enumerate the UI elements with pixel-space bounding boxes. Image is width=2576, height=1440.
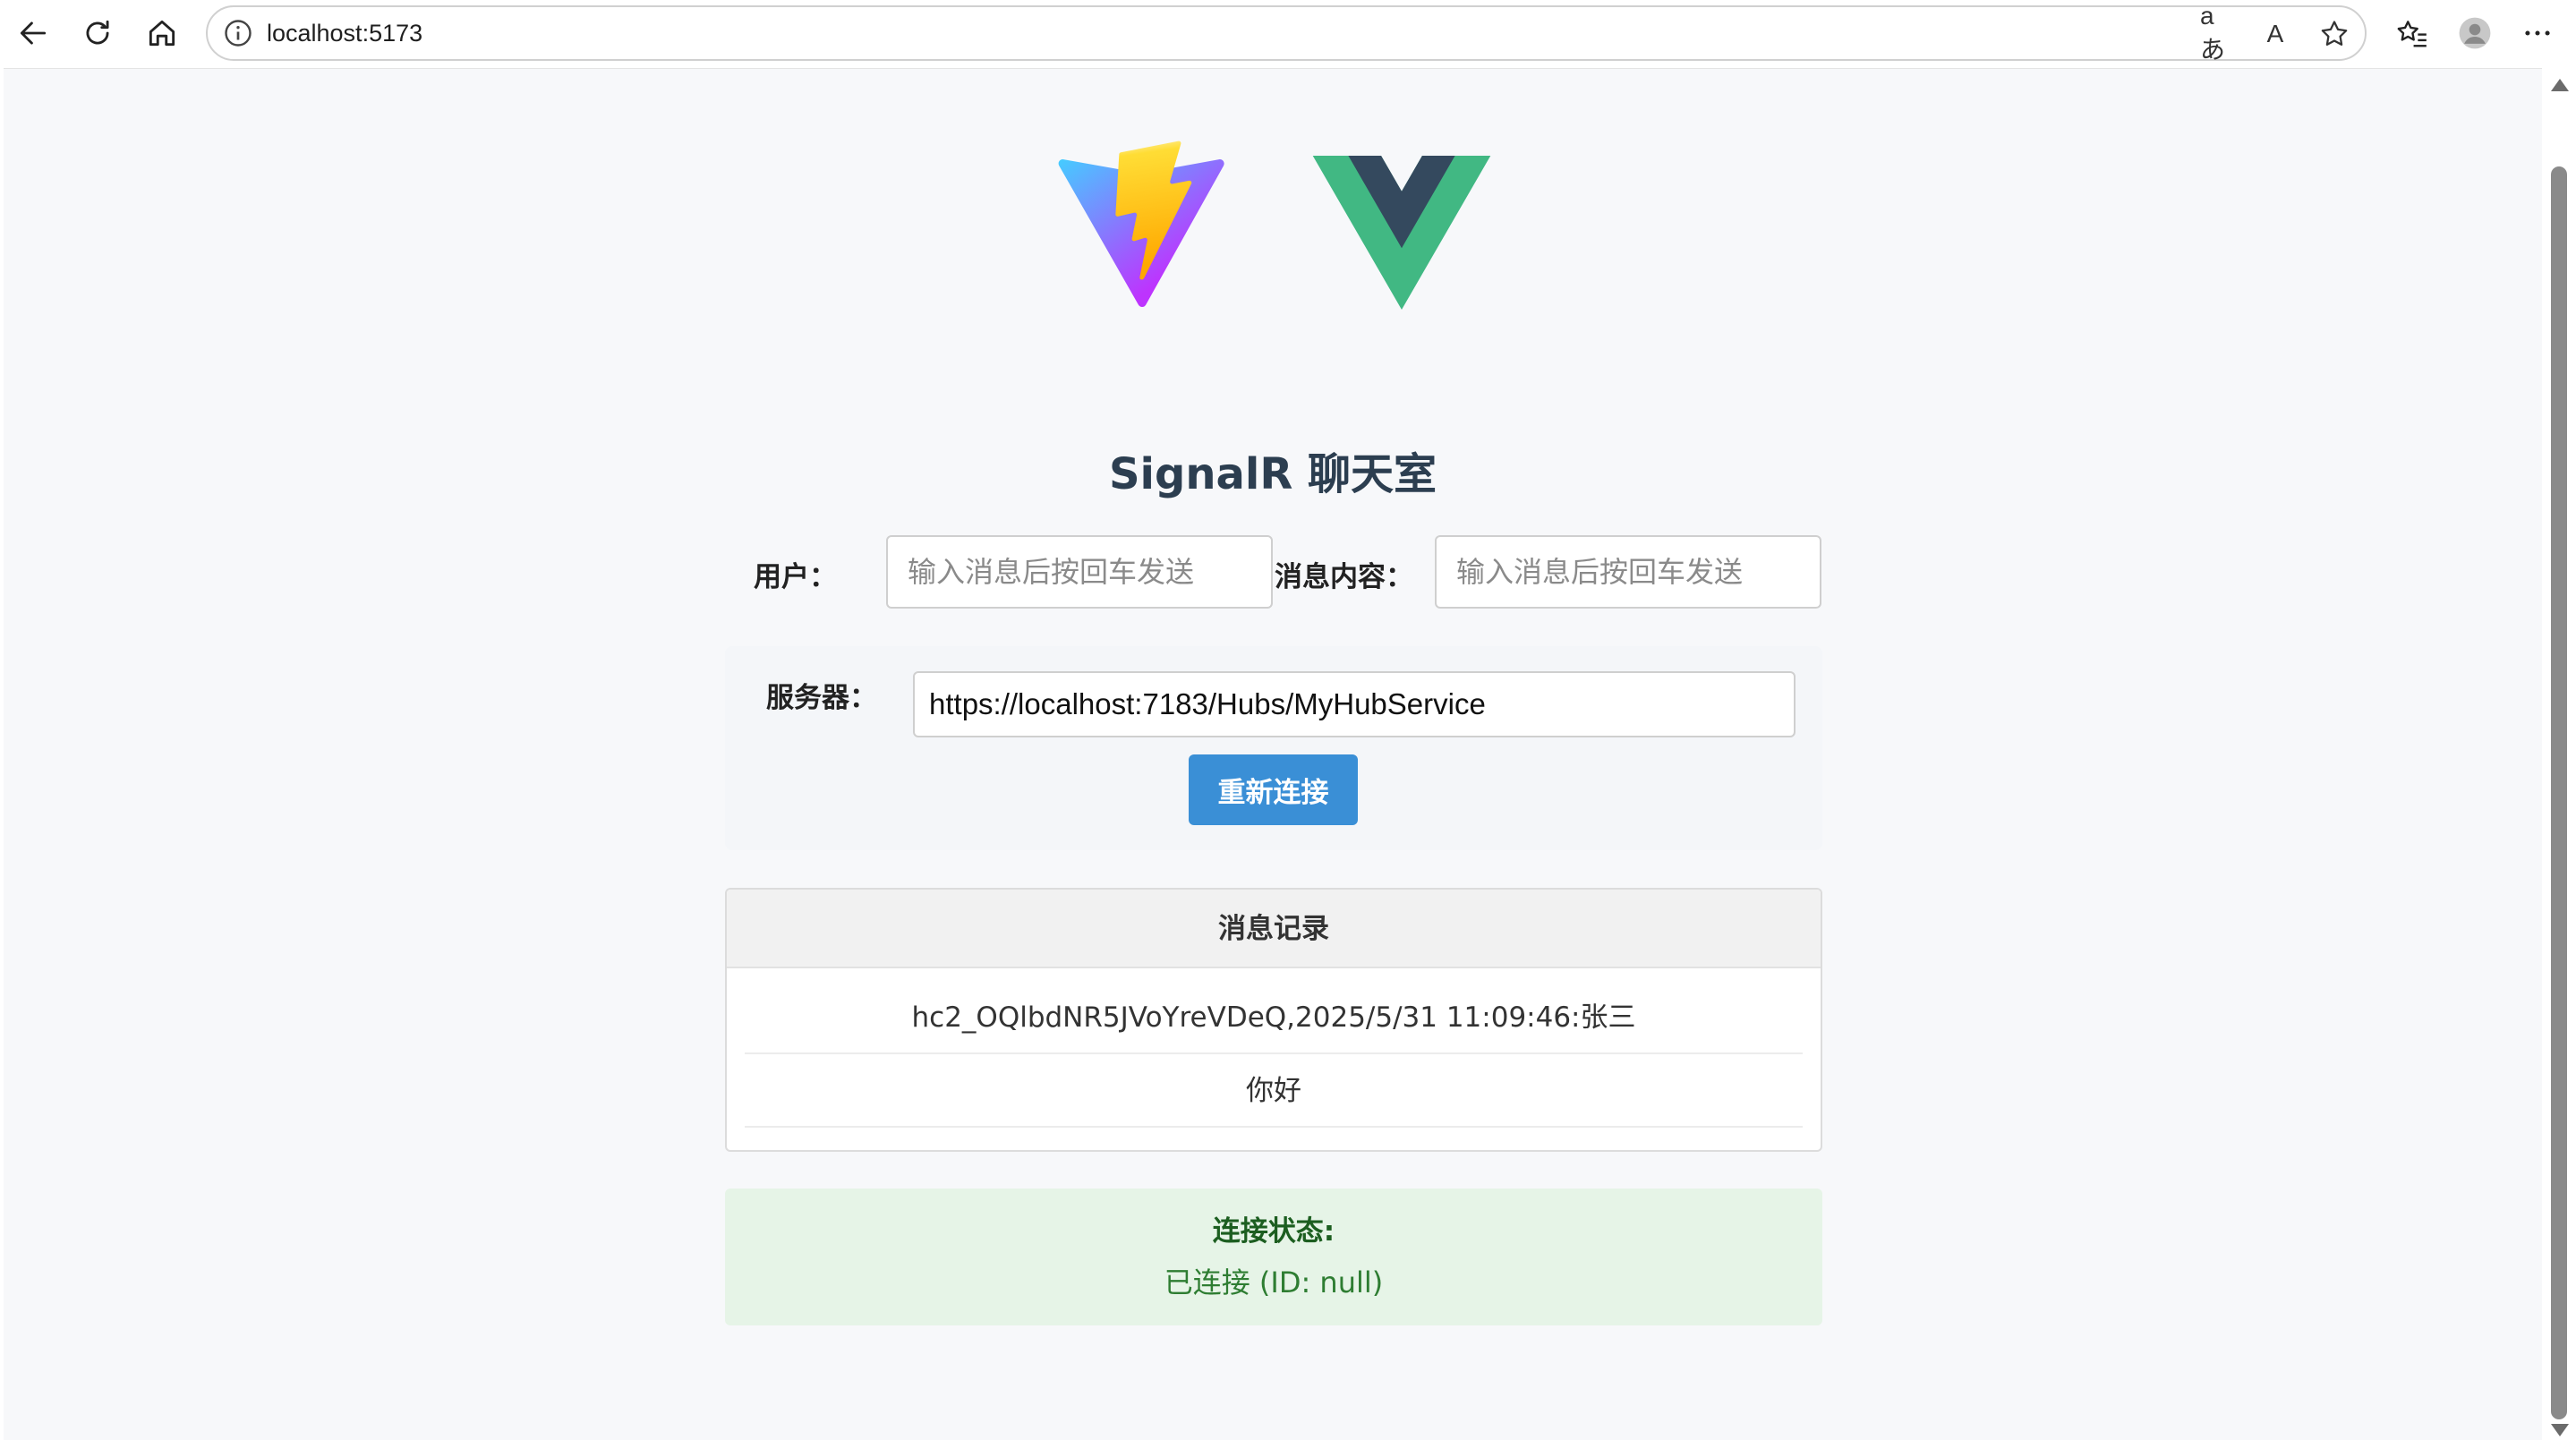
- url-text[interactable]: localhost:5173: [267, 7, 422, 59]
- avatar-icon: [2459, 17, 2491, 49]
- read-aloud-icon: A: [2266, 20, 2284, 47]
- refresh-button[interactable]: [73, 9, 122, 57]
- address-bar[interactable]: localhost:5173 aあ A: [206, 2, 2367, 64]
- page-title: SignalR 聊天室: [1108, 449, 1437, 499]
- translate-button[interactable]: aあ: [2200, 2, 2236, 64]
- more-menu-button[interactable]: [2513, 9, 2562, 57]
- vertical-scrollbar[interactable]: [2542, 68, 2576, 1440]
- vue-logo-icon[interactable]: [1312, 156, 1491, 310]
- message-log: 消息记录 hc2_OQlbdNR5JVoYreVDeQ,2025/5/31 11…: [725, 888, 1822, 1152]
- translate-icon: aあ: [2200, 2, 2226, 64]
- message-input[interactable]: [1435, 535, 1821, 609]
- scroll-thumb[interactable]: [2551, 166, 2567, 1419]
- message-label: 消息内容：: [1275, 561, 1413, 593]
- scroll-up-arrow-icon[interactable]: [2551, 79, 2569, 91]
- connection-status-value: 已连接 (ID: null): [1164, 1265, 1384, 1299]
- favorite-button[interactable]: [2316, 16, 2352, 52]
- favorites-list-icon: [2397, 21, 2427, 47]
- vite-logo-icon[interactable]: [1054, 139, 1228, 313]
- home-icon: [149, 20, 175, 47]
- message-log-header: 消息记录: [727, 890, 1821, 968]
- log-entry: hc2_OQlbdNR5JVoYreVDeQ,2025/5/31 11:09:4…: [745, 981, 1803, 1054]
- server-label: 服务器：: [766, 682, 877, 714]
- site-info-icon[interactable]: [222, 17, 254, 49]
- refresh-icon: [86, 20, 109, 45]
- star-icon: [2321, 21, 2348, 46]
- browser-toolbar: localhost:5173 aあ A: [0, 0, 2576, 66]
- profile-button[interactable]: [2451, 9, 2499, 57]
- more-dots-icon: [2525, 30, 2550, 36]
- back-button[interactable]: [9, 9, 57, 57]
- connection-status: 连接状态: 已连接 (ID: null): [725, 1189, 1822, 1325]
- log-entry: 你好: [745, 1054, 1803, 1128]
- home-button[interactable]: [138, 9, 186, 57]
- reconnect-button[interactable]: 重新连接: [1189, 754, 1358, 825]
- read-aloud-button[interactable]: A: [2257, 16, 2293, 52]
- back-arrow-icon: [20, 21, 47, 45]
- favorites-button[interactable]: [2388, 9, 2436, 57]
- connection-status-label: 连接状态:: [1212, 1215, 1335, 1248]
- server-url-input[interactable]: [913, 671, 1796, 737]
- user-label: 用户：: [754, 561, 837, 593]
- scroll-down-arrow-icon[interactable]: [2551, 1424, 2569, 1436]
- user-input[interactable]: [886, 535, 1273, 609]
